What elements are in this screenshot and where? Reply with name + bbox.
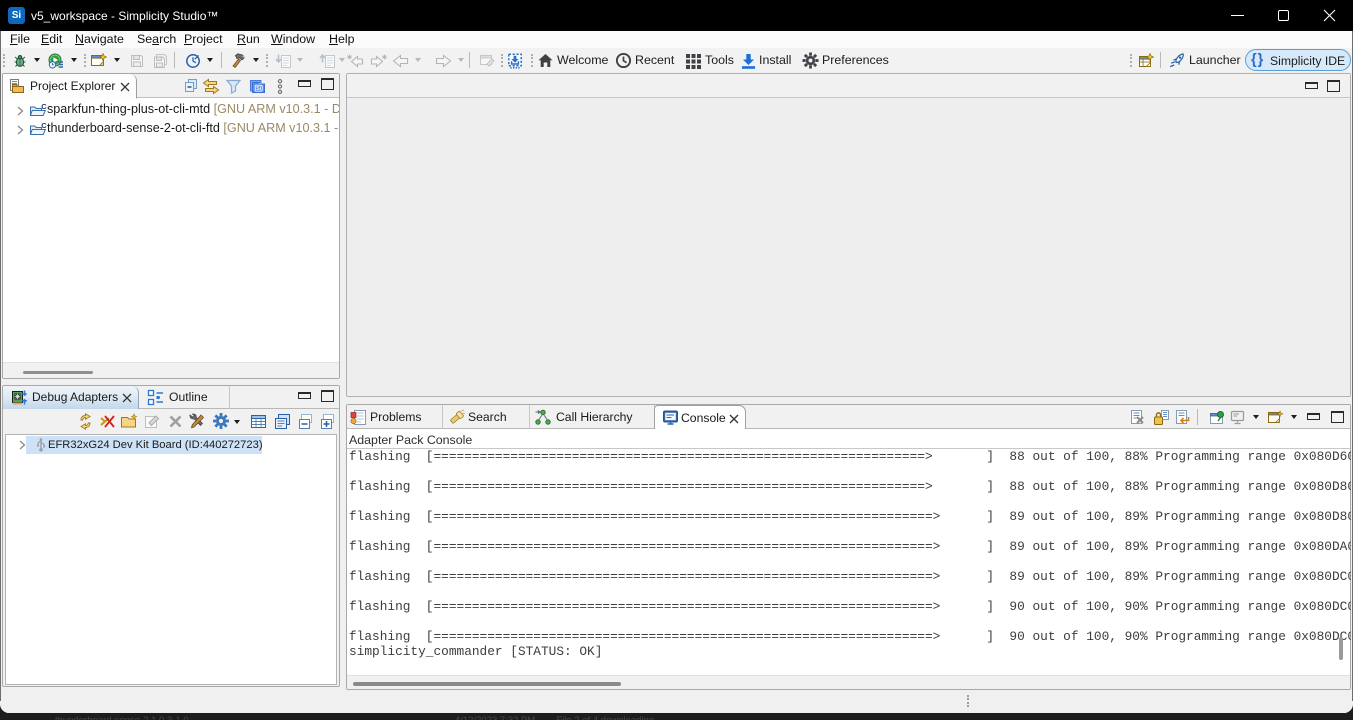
svg-text:Si: Si — [256, 86, 262, 92]
